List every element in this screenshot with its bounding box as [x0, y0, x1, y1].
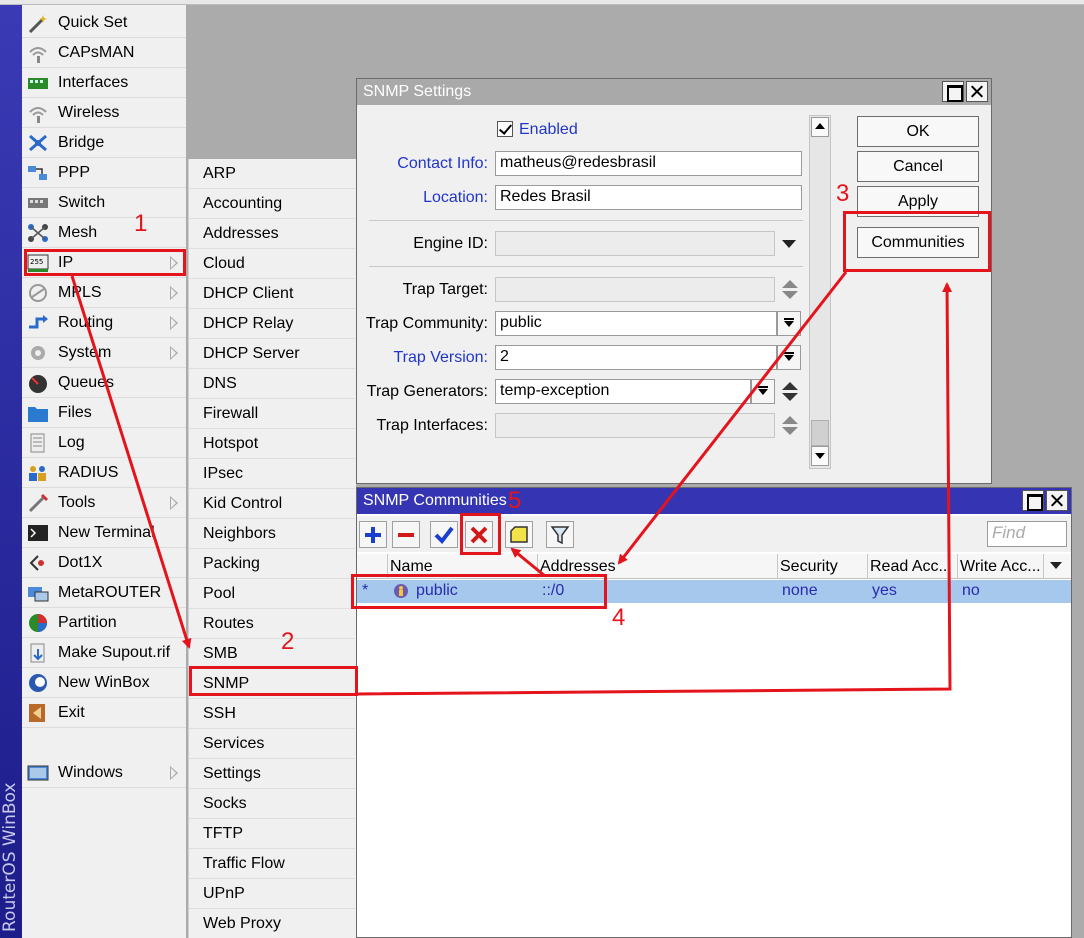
annotation-arrows: [70, 271, 953, 696]
arrow-snmp-to-communities: [357, 282, 953, 696]
arrow-ip-to-snmp: [70, 275, 192, 649]
arrow-communities-to-row: [617, 271, 848, 565]
arrow-row-to-disable: [510, 547, 546, 578]
